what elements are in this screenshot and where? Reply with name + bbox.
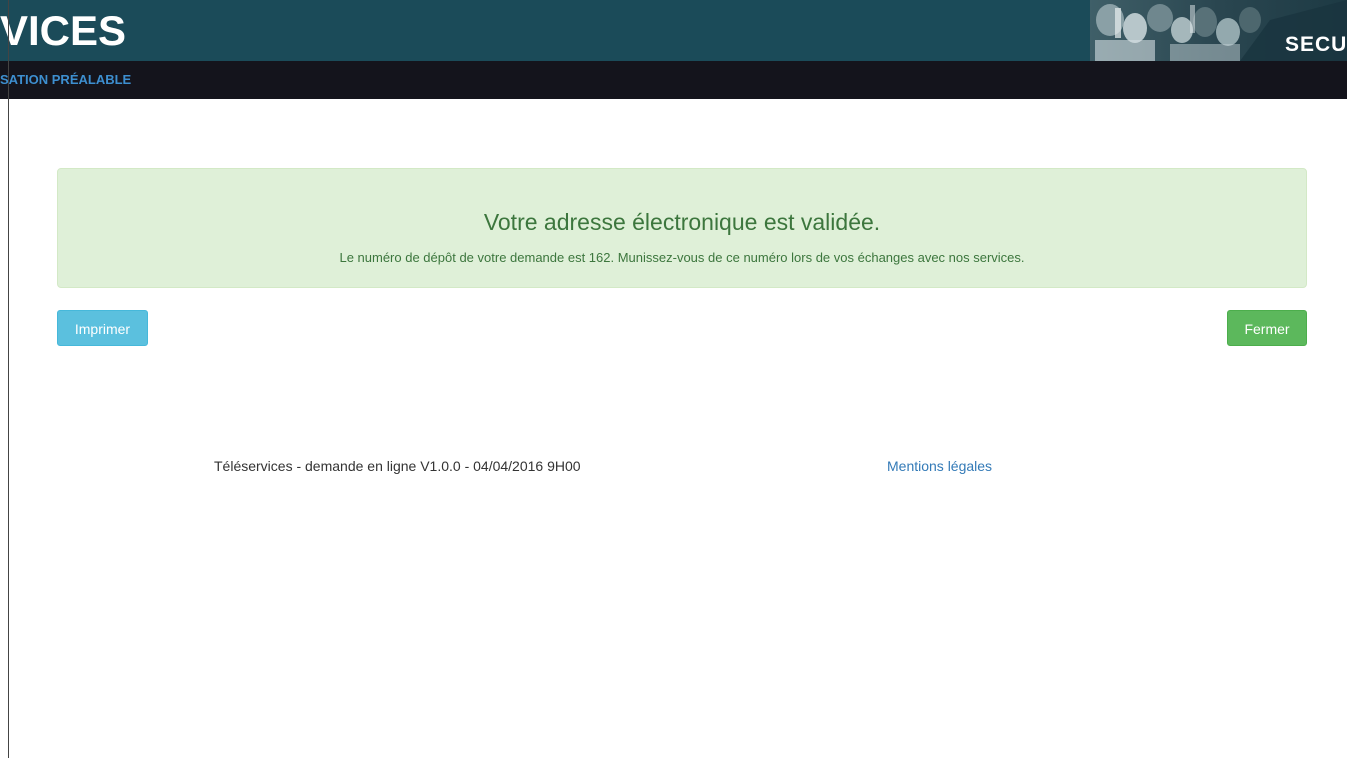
print-button[interactable]: Imprimer	[57, 310, 148, 346]
crowd-photo-icon: SECU	[1090, 0, 1347, 61]
photo-caption: SECU	[1285, 33, 1347, 56]
success-alert: Votre adresse électronique est validée. …	[57, 168, 1307, 288]
close-button[interactable]: Fermer	[1227, 310, 1307, 346]
alert-message: Le numéro de dépôt de votre demande est …	[339, 250, 1025, 265]
nav-link-declaration[interactable]: SATION PRÉALABLE	[0, 72, 131, 88]
site-title: VICES	[0, 7, 127, 54]
window-edge	[8, 0, 9, 758]
navbar: SATION PRÉALABLE	[0, 61, 1347, 99]
legal-notice-link[interactable]: Mentions légales	[887, 457, 992, 475]
header-banner: VICES SECU	[0, 0, 1347, 61]
footer-version-text: Téléservices - demande en ligne V1.0.0 -…	[214, 458, 581, 474]
alert-title: Votre adresse électronique est validée.	[483, 209, 881, 235]
page: VICES SECU SATION PRÉALABLE Votre adress…	[0, 0, 1347, 758]
